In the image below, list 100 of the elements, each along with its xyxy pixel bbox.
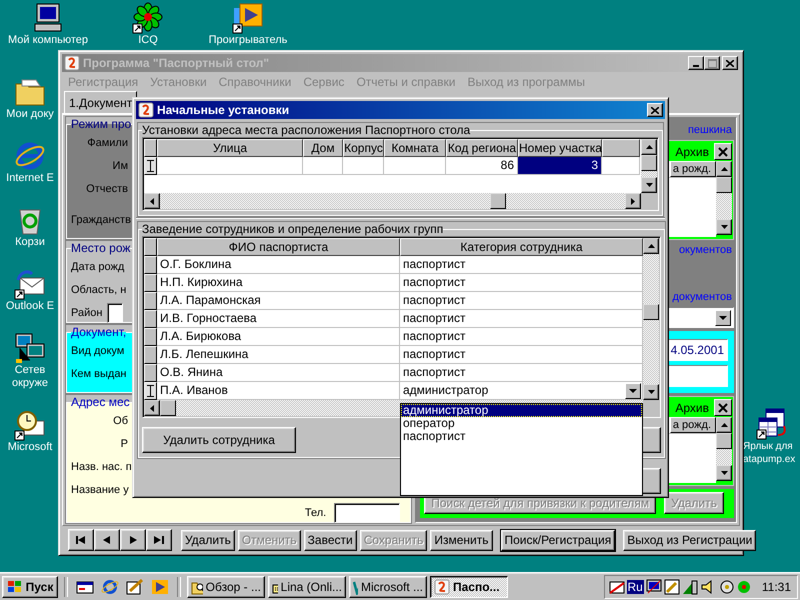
wrench-icon [664, 578, 680, 594]
windows-flag-icon [6, 580, 23, 594]
column-header[interactable]: Код региона [446, 139, 518, 157]
right-arrow-icon [631, 198, 635, 204]
dropdown-option[interactable]: оператор [401, 417, 642, 430]
last-record-icon [154, 536, 164, 544]
field-label: Об [112, 414, 128, 426]
close-button[interactable] [714, 399, 732, 416]
column-header[interactable]: а рожд. [670, 417, 716, 434]
input-field[interactable] [334, 503, 400, 523]
down-arrow-icon [720, 471, 728, 476]
up-arrow-icon [720, 423, 728, 428]
icon-label[interactable]: Мой компьютер [8, 34, 88, 47]
column-header[interactable]: Категория сотрудника [400, 238, 643, 256]
field-label: Отчеств [85, 182, 128, 194]
icon-label[interactable]: Outlook E [6, 300, 54, 313]
close-icon [718, 402, 728, 413]
up-arrow-icon [646, 145, 652, 149]
field-label: Гражданств [71, 214, 128, 226]
dropdown-field[interactable]: администратор [400, 382, 643, 400]
taskbar-button[interactable]: Microsoft ... [349, 576, 427, 598]
column-header[interactable]: Комната [384, 139, 446, 157]
icon-label[interactable]: Microsoft [8, 441, 52, 454]
taskbar-button[interactable]: Обзор - ... [187, 576, 265, 598]
toolbar-button[interactable]: Выход из Регистрации [623, 530, 756, 550]
table-cell: Н.П. Кирюхина [157, 274, 400, 292]
toolbar-button[interactable]: Поиск/Регистрация [500, 530, 616, 550]
show-desktop-icon[interactable] [76, 578, 94, 594]
table-cell [343, 157, 384, 175]
table-cell: Л.Б. Лепешкина [157, 346, 400, 364]
nav-button[interactable] [120, 529, 146, 551]
monitor-icon [646, 578, 662, 594]
previous-icon [103, 536, 111, 544]
icon-label[interactable]: Ярлык для [743, 440, 793, 453]
dropdown-option[interactable]: паспортист [401, 430, 642, 443]
down-arrow-icon [646, 183, 652, 187]
icon-label[interactable]: Проигрыватель [208, 34, 288, 47]
icon-label[interactable]: Сетев [14, 364, 46, 377]
close-button[interactable] [647, 103, 663, 117]
player-icon[interactable] [151, 578, 169, 594]
vertical-scrollbar[interactable] [643, 238, 659, 400]
horizontal-scrollbar[interactable] [144, 193, 641, 209]
taskbar-button[interactable]: Lina (Onli... [268, 576, 346, 598]
table-cell: 86 [446, 157, 518, 175]
up-arrow-icon [720, 167, 728, 172]
close-icon [651, 106, 659, 114]
delete-employee-button[interactable]: Удалить сотрудника [142, 427, 296, 453]
maximize-icon [708, 58, 716, 68]
field-label: Название у [71, 484, 129, 496]
tab[interactable]: 1.Документ [64, 91, 138, 113]
column-header[interactable]: а рожд. [670, 161, 716, 178]
field-label: Им [112, 160, 128, 172]
nav-button[interactable] [94, 529, 120, 551]
icon-label[interactable]: Internet E [6, 172, 54, 185]
table-cell: паспортист [400, 292, 643, 310]
player-icon [232, 2, 264, 34]
table-cell: паспортист [400, 364, 643, 382]
icon-label[interactable]: окруже [12, 377, 48, 390]
scrollbar-thumb[interactable] [160, 400, 176, 416]
table-cell: О.Г. Боклина [157, 256, 400, 274]
icon-label[interactable]: ICQ [138, 34, 158, 47]
column-header[interactable]: Дом [303, 139, 343, 157]
next-icon [129, 536, 137, 544]
scrollbar-thumb[interactable] [490, 193, 506, 209]
clock-icon [14, 409, 46, 441]
start-button[interactable]: Пуск [2, 576, 58, 598]
column-header[interactable]: Корпус [343, 139, 384, 157]
language-indicator[interactable]: Ru [626, 580, 644, 594]
table-cell: О.В. Янина [157, 364, 400, 382]
scrollbar-thumb[interactable] [716, 433, 732, 450]
nav-button[interactable] [146, 529, 172, 551]
pen-icon[interactable] [126, 578, 144, 594]
scrollbar-thumb[interactable] [643, 304, 659, 320]
column-header[interactable]: ФИО паспортиста [157, 238, 400, 256]
input-field[interactable] [107, 302, 124, 322]
toolbar-button[interactable]: Изменить [430, 530, 492, 550]
icon-label[interactable]: atapump.ex [743, 453, 796, 466]
nav-button[interactable] [68, 529, 94, 551]
tables-icon [756, 408, 788, 440]
icon-label[interactable]: Корзи [15, 236, 45, 249]
scrollbar-thumb[interactable] [641, 155, 657, 171]
group-title: Место рож [71, 241, 130, 255]
flower-icon [132, 2, 164, 34]
column-header[interactable]: Улица [157, 139, 303, 157]
icon-label[interactable]: Мои доку [6, 108, 54, 121]
toolbar-button[interactable]: Удалить [181, 530, 235, 550]
scrollbar-thumb[interactable] [716, 177, 732, 194]
toolbar-button[interactable]: Завести [304, 530, 357, 550]
close-button[interactable] [714, 143, 732, 160]
dropdown-option[interactable]: администратор [401, 404, 642, 417]
vertical-scrollbar[interactable] [716, 161, 732, 236]
table-cell: П.А. Иванов [157, 382, 400, 400]
column-header[interactable] [602, 139, 640, 157]
vertical-scrollbar[interactable] [641, 139, 657, 193]
table-cell [384, 157, 446, 175]
group-title: Адрес мес [71, 395, 130, 409]
taskbar-button[interactable]: Паспо... [430, 576, 508, 598]
vertical-scrollbar[interactable] [716, 417, 732, 482]
globe-icon[interactable] [101, 578, 119, 594]
table-cell: паспортист [400, 310, 643, 328]
